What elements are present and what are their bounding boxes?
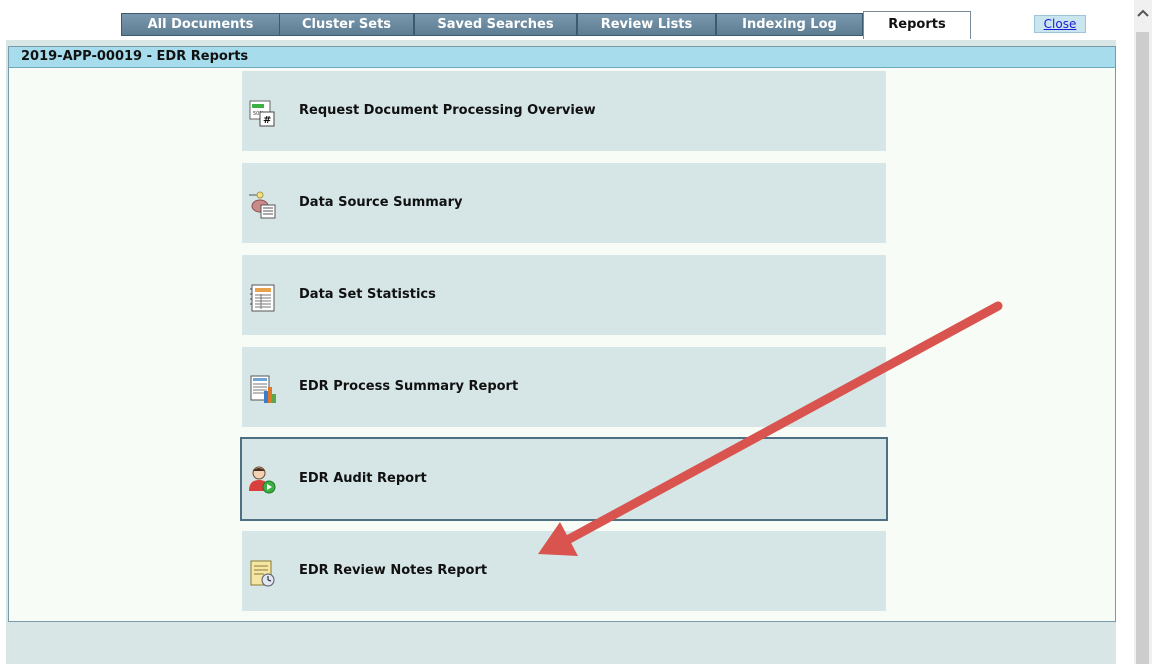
report-edr-audit[interactable]: EDR Audit Report [240, 437, 888, 521]
vertical-scrollbar[interactable] [1134, 0, 1152, 664]
tab-review-lists[interactable]: Review Lists [577, 13, 716, 36]
report-data-set-statistics[interactable]: Data Set Statistics [242, 255, 886, 335]
report-label: Data Set Statistics [299, 287, 436, 302]
report-edr-review-notes[interactable]: EDR Review Notes Report [242, 531, 886, 611]
report-request-processing-overview[interactable]: 50% # Request Document Processing Overvi… [242, 71, 886, 151]
tab-indexing-log[interactable]: Indexing Log [716, 13, 863, 36]
svg-text:#: # [263, 115, 271, 126]
tab-bar: All Documents Cluster Sets Saved Searche… [0, 0, 1134, 40]
statistics-icon [250, 284, 275, 312]
close-link[interactable]: Close [1034, 15, 1086, 33]
tab-saved-searches[interactable]: Saved Searches [414, 13, 577, 36]
tab-reports[interactable]: Reports [863, 11, 971, 39]
report-label: EDR Audit Report [299, 471, 427, 486]
process-summary-icon [250, 375, 276, 403]
report-label: Request Document Processing Overview [299, 103, 596, 118]
report-label: Data Source Summary [299, 195, 463, 210]
panel-title: 2019-APP-00019 - EDR Reports [9, 47, 1115, 68]
scroll-thumb[interactable] [1136, 32, 1149, 664]
tab-cluster-sets[interactable]: Cluster Sets [279, 13, 414, 36]
report-edr-process-summary[interactable]: EDR Process Summary Report [242, 347, 886, 427]
tab-all-documents[interactable]: All Documents [121, 13, 280, 36]
audit-user-icon [249, 466, 276, 494]
report-label: EDR Process Summary Report [299, 379, 519, 394]
processing-overview-icon: 50% # [249, 100, 275, 127]
reports-panel: 2019-APP-00019 - EDR Reports 50% # Reque… [8, 46, 1116, 622]
data-source-icon [249, 191, 276, 219]
report-label: EDR Review Notes Report [299, 563, 488, 578]
scroll-up-icon[interactable] [1134, 6, 1152, 24]
report-data-source-summary[interactable]: Data Source Summary [242, 163, 886, 243]
review-notes-icon [250, 560, 275, 587]
